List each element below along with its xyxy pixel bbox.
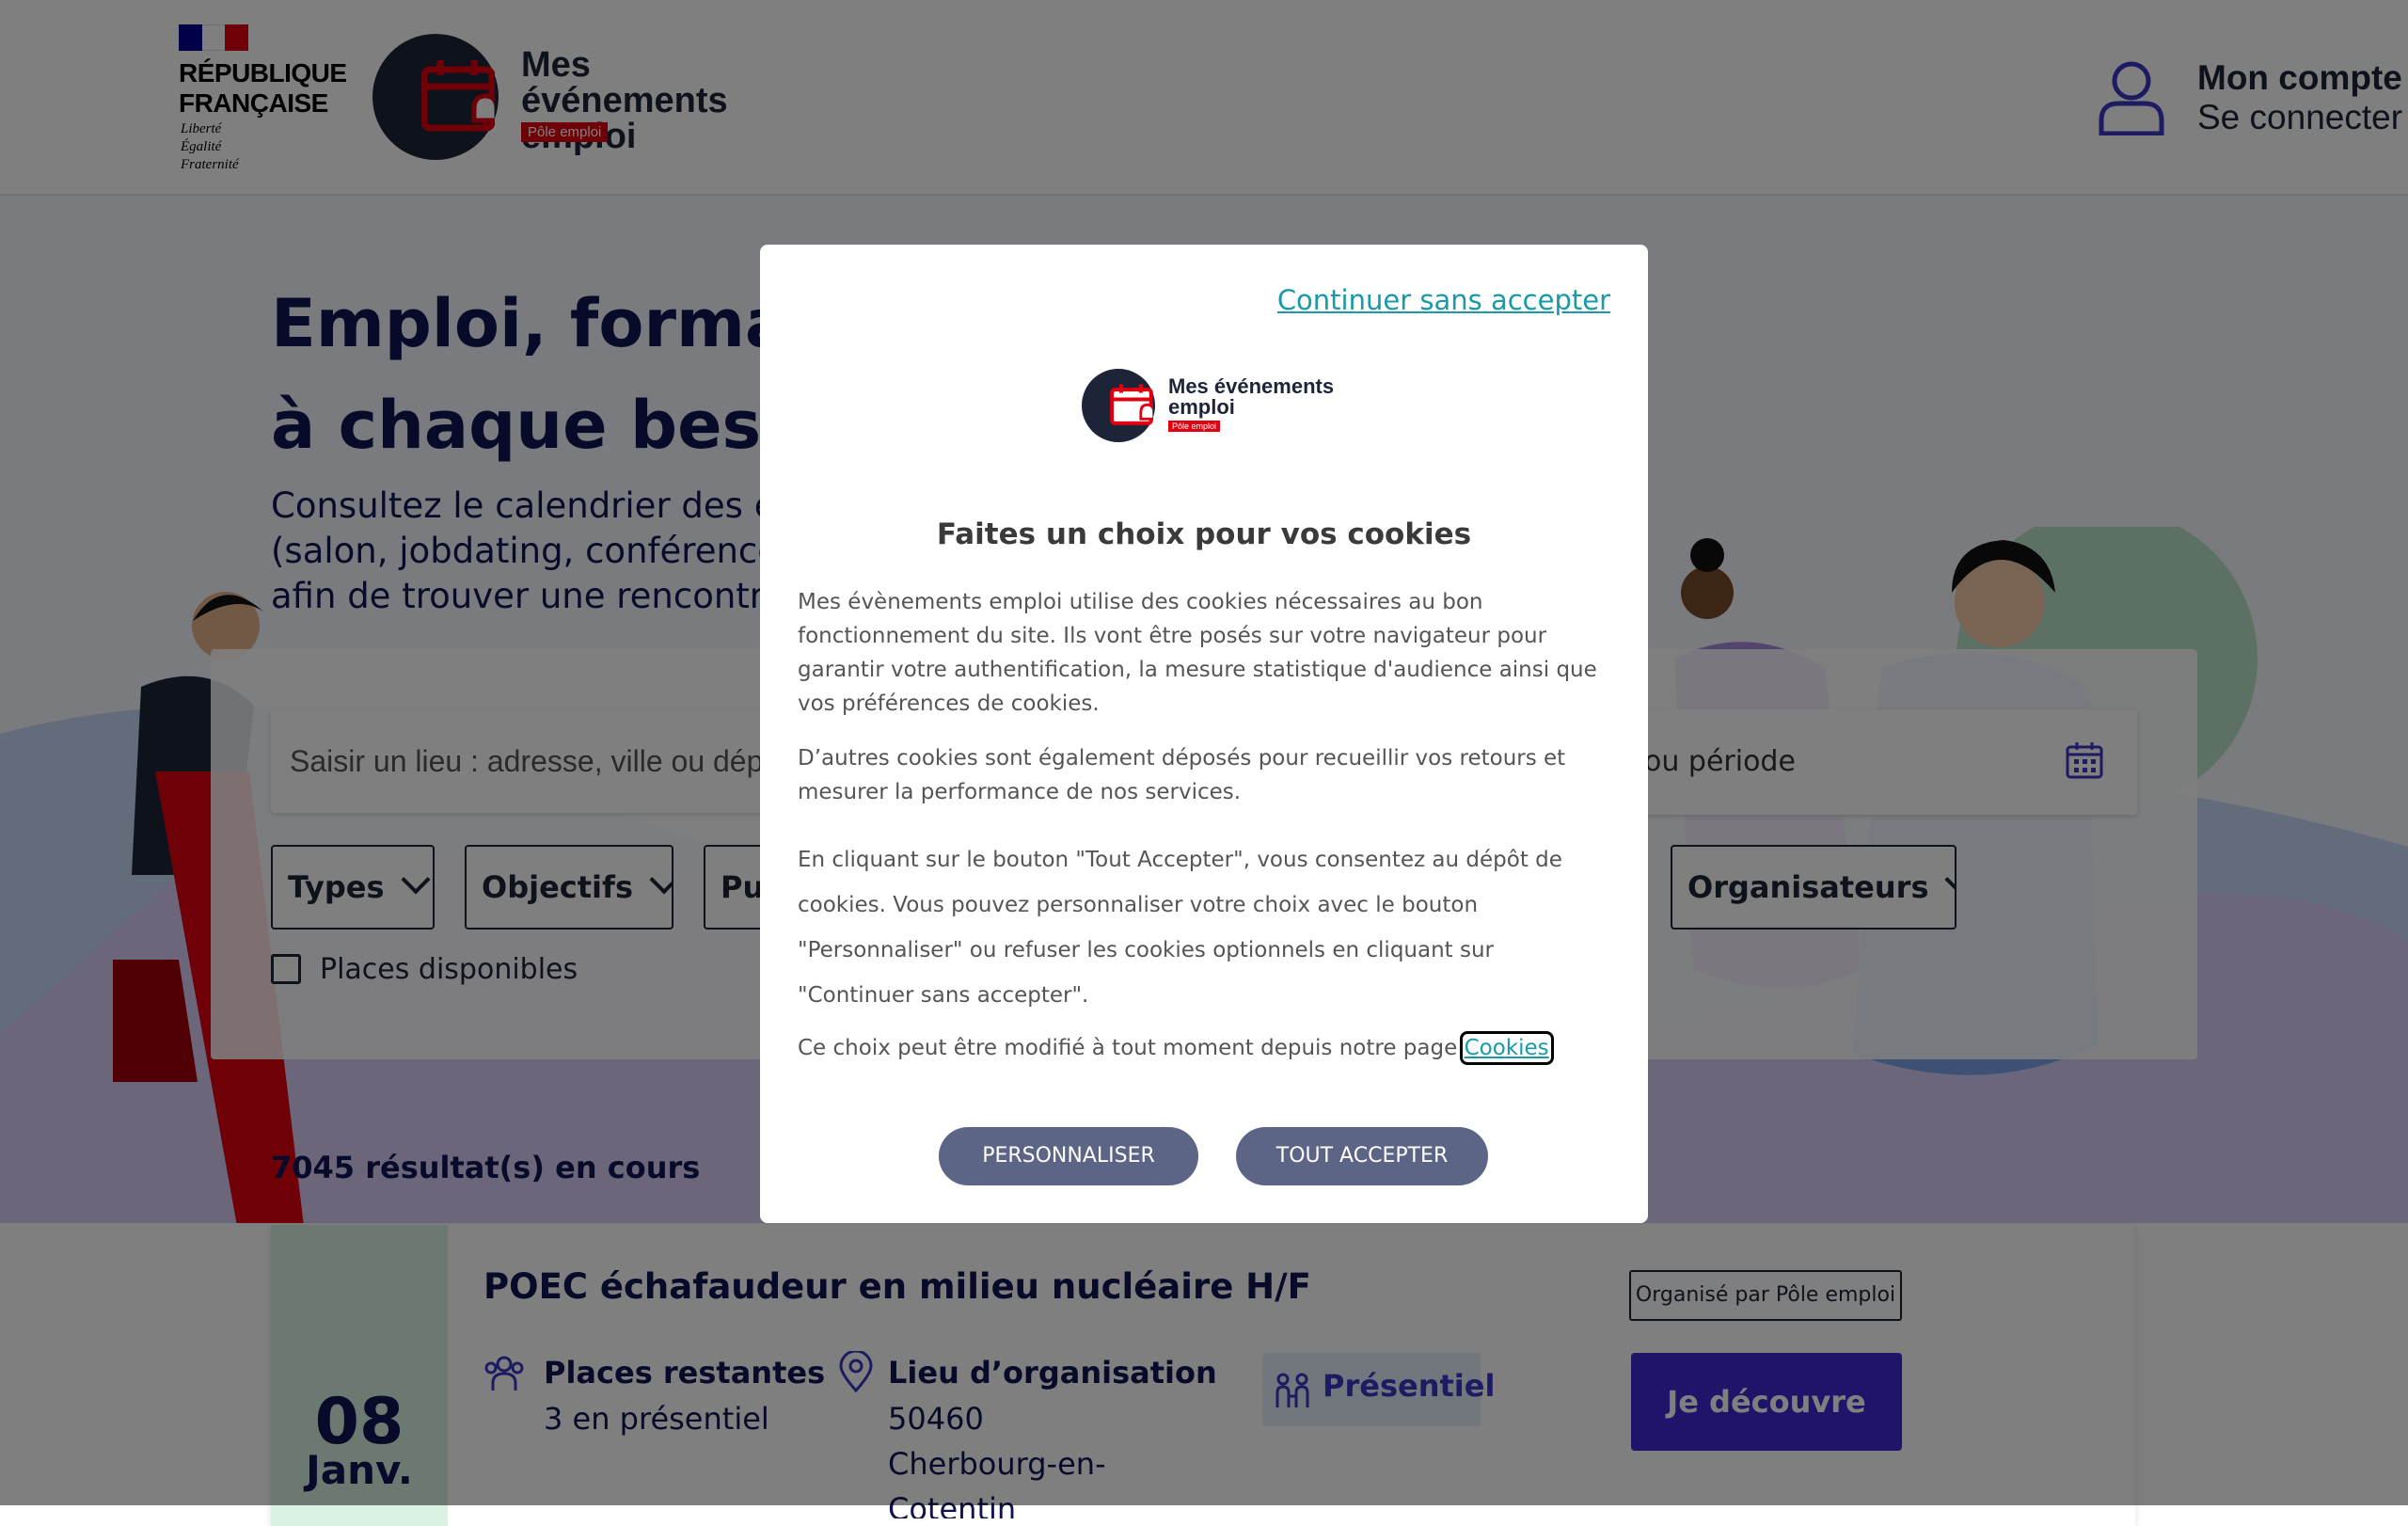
accept-all-button[interactable]: TOUT ACCEPTER [1236, 1127, 1488, 1185]
cookie-paragraph-3: En cliquant sur le bouton "Tout Accepter… [798, 848, 1562, 1008]
cookie-paragraph-2: D’autres cookies sont également déposés … [798, 746, 1566, 804]
cookie-paragraph-1: Mes évènements emploi utilise des cookie… [798, 590, 1597, 716]
cookie-modal-title: Faites un choix pour vos cookies [936, 517, 1472, 551]
cookie-consent-modal: Continuer sans accepter Mes événements e… [760, 245, 1648, 1223]
calendar-bell-icon [1110, 384, 1153, 425]
modal-logo-name: Mes événements emploi [1168, 374, 1335, 419]
cookie-paragraph-4: Ce choix peut être modifié à tout moment… [798, 1031, 1616, 1065]
modal-app-logo: Mes événements emploi Pôle emploi [1082, 369, 1336, 444]
modal-pole-emploi-badge: Pôle emploi [1168, 421, 1221, 432]
continue-without-accepting-link[interactable]: Continuer sans accepter [1277, 284, 1610, 316]
personalize-button[interactable]: PERSONNALISER [939, 1127, 1198, 1185]
cookie-paragraph-4-text: Ce choix peut être modifié à tout moment… [798, 1036, 1465, 1060]
cookies-page-link[interactable]: Cookies [1459, 1031, 1554, 1065]
